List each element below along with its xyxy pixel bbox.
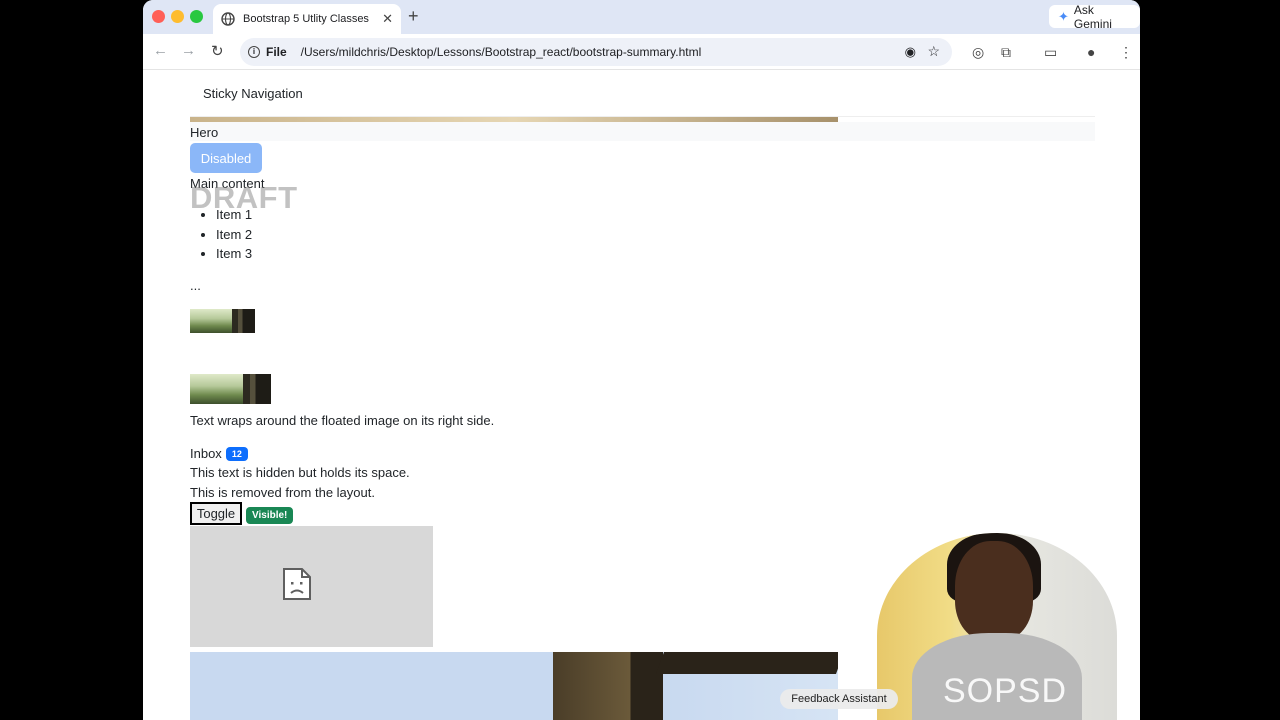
landscape-thumbnail-floated <box>190 374 271 404</box>
address-bar[interactable]: i File /Users/mildchris/Desktop/Lessons/… <box>240 38 952 66</box>
list-item: Item 3 <box>216 246 252 266</box>
star-icon[interactable]: ☆ <box>927 43 940 60</box>
landscape-image-large <box>190 652 838 720</box>
minimize-window-button[interactable] <box>171 10 184 23</box>
puzzle-icon[interactable]: ⧉ <box>1001 44 1011 61</box>
browser-toolbar: ← → ↻ i File /Users/mildchris/Desktop/Le… <box>143 34 1140 70</box>
wrap-text: Text wraps around the floated image on i… <box>190 413 495 428</box>
profile-icon[interactable]: ● <box>1087 44 1095 60</box>
tab-title: Bootstrap 5 Utlity Classes <box>243 13 369 25</box>
sticky-nav-label: Sticky Navigation <box>203 86 303 101</box>
hidden-text: This text is hidden but holds its space. <box>190 465 410 480</box>
ask-gemini-button[interactable]: ✦ Ask Gemini <box>1049 2 1140 31</box>
cast-icon[interactable]: ▭ <box>1044 44 1057 61</box>
address-url[interactable]: /Users/mildchris/Desktop/Lessons/Bootstr… <box>301 45 702 59</box>
visible-badge: Visible! <box>246 507 294 524</box>
close-window-button[interactable] <box>152 10 165 23</box>
extension-icon[interactable]: ◎ <box>972 44 984 61</box>
presenter-face <box>955 541 1033 641</box>
menu-icon[interactable]: ⋮ <box>1119 44 1133 61</box>
item-list: Item 1 Item 2 Item 3 <box>216 207 252 266</box>
back-icon[interactable]: ← <box>153 42 168 59</box>
reload-icon[interactable]: ↻ <box>211 42 224 60</box>
gemini-icon: ✦ <box>1058 8 1069 24</box>
tab-close-icon[interactable]: ✕ <box>382 11 393 27</box>
webcam-brand-text: SOPSD <box>943 672 1068 710</box>
broken-embed-frame <box>190 526 433 647</box>
feedback-assistant-pill[interactable]: Feedback Assistant <box>780 689 898 709</box>
list-item: Item 1 <box>216 207 252 227</box>
landscape-thumbnail-small <box>190 309 255 333</box>
list-item: Item 2 <box>216 227 252 247</box>
maximize-window-button[interactable] <box>190 10 203 23</box>
tab-bar: Bootstrap 5 Utlity Classes ✕ + ✦ Ask Gem… <box>143 0 1140 34</box>
removed-text: This is removed from the layout. <box>190 485 375 500</box>
inbox-count-badge: 12 <box>225 446 248 461</box>
hero-label: Hero <box>190 125 219 140</box>
sticky-navigation: Sticky Navigation <box>190 71 1095 117</box>
gemini-label: Ask Gemini <box>1073 2 1112 31</box>
tab-bootstrap-utility[interactable]: Bootstrap 5 Utlity Classes ✕ <box>213 4 401 34</box>
inbox-label: Inbox <box>190 446 222 461</box>
hero-section <box>190 122 1095 141</box>
broken-document-icon <box>283 568 311 600</box>
eye-icon[interactable]: ◉ <box>905 44 916 60</box>
ellipsis-text: ... <box>190 278 201 293</box>
globe-icon <box>221 12 235 26</box>
address-scheme: File <box>266 45 287 59</box>
info-icon[interactable]: i <box>248 46 260 58</box>
new-tab-button[interactable]: + <box>408 6 419 27</box>
inbox-row: Inbox 12 <box>190 446 248 461</box>
forward-icon[interactable]: → <box>181 42 196 59</box>
toggle-button[interactable]: Toggle <box>190 502 242 525</box>
disabled-button: Disabled <box>190 143 262 173</box>
